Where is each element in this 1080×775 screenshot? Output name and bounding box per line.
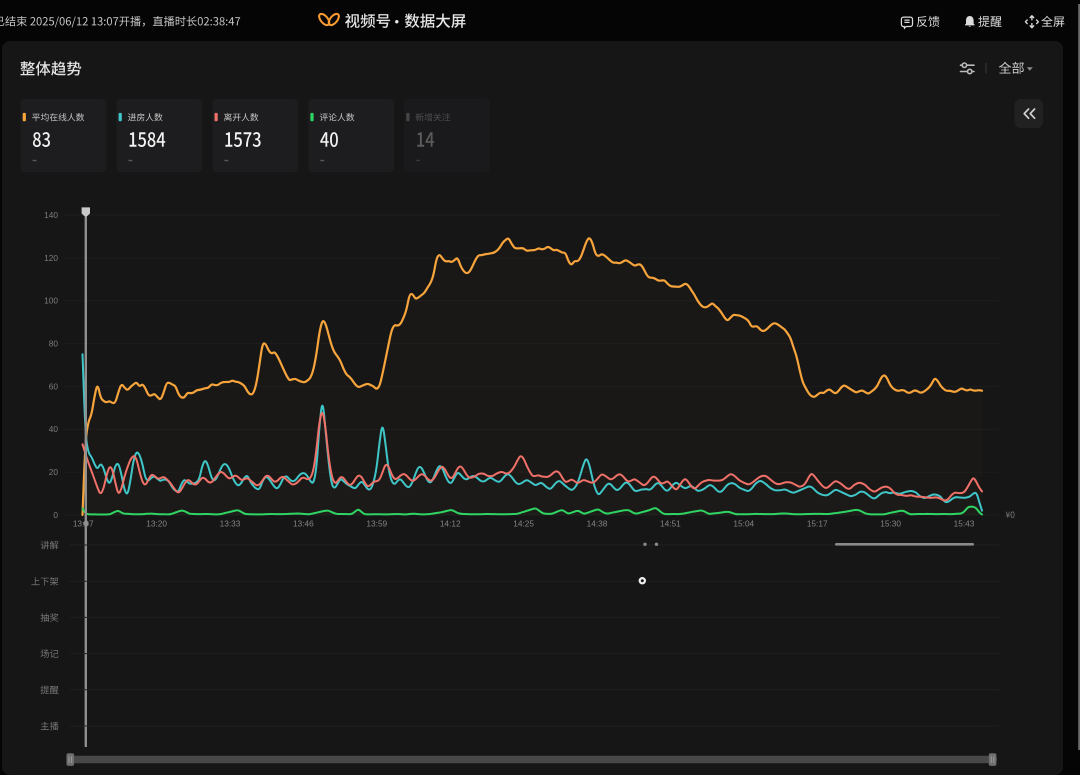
svg-text:15:30: 15:30 [880,519,901,529]
svg-text:0: 0 [53,510,58,520]
svg-text:120: 120 [44,253,58,263]
svg-text:80: 80 [49,339,59,349]
svg-text:13:46: 13:46 [293,519,314,529]
svg-text:13:20: 13:20 [146,519,167,529]
svg-text:100: 100 [44,296,58,306]
svg-text:15:04: 15:04 [733,519,754,529]
svg-text:13:33: 13:33 [220,519,241,529]
svg-text:14:25: 14:25 [513,519,534,529]
svg-text:13:59: 13:59 [366,519,387,529]
svg-text:140: 140 [44,210,58,220]
svg-text:20: 20 [49,467,59,477]
svg-text:14:38: 14:38 [587,519,608,529]
svg-text:15:43: 15:43 [954,519,975,529]
svg-text:15:17: 15:17 [807,519,828,529]
svg-text:14:51: 14:51 [660,519,681,529]
svg-text:40: 40 [49,424,59,434]
svg-text:60: 60 [49,381,59,391]
svg-text:14:12: 14:12 [440,519,461,529]
